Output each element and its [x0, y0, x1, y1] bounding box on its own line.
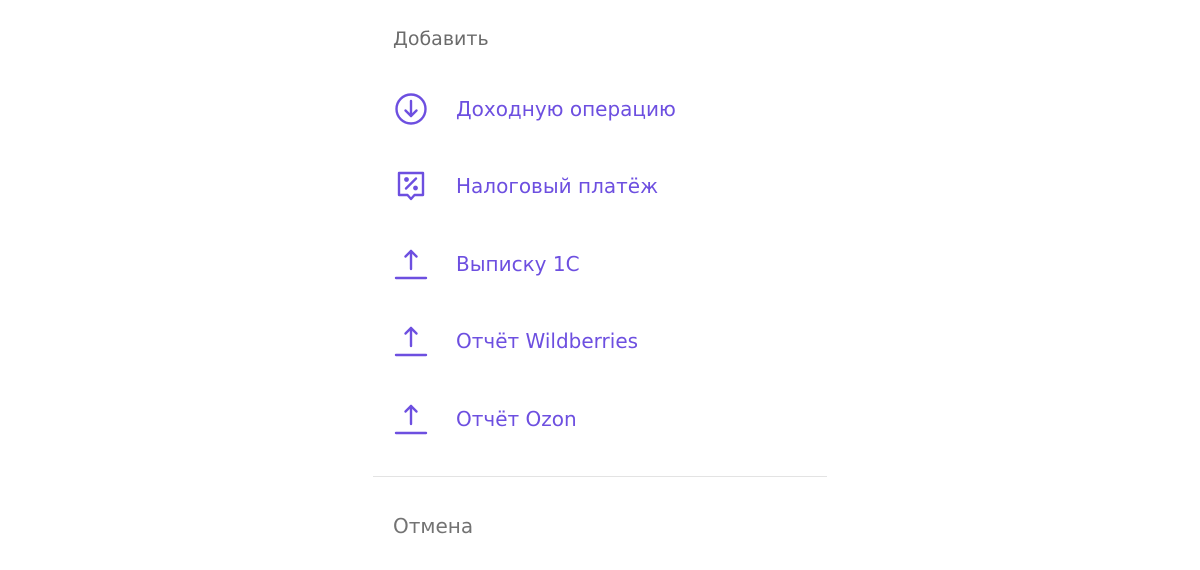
menu-item-ozon-report[interactable]: Отчёт Ozon	[391, 397, 587, 441]
menu-item-label: Отчёт Wildberries	[456, 329, 639, 353]
menu-item-label: Налоговый платёж	[456, 174, 659, 198]
arrow-down-circle-icon	[391, 89, 431, 129]
add-action-sheet: Добавить Доходную операцию Налоговый пла…	[373, 0, 827, 570]
menu-item-label: Выписку 1С	[456, 252, 580, 276]
menu-item-statement-1c[interactable]: Выписку 1С	[391, 242, 590, 286]
tax-receipt-percent-icon	[391, 166, 431, 206]
menu-item-tax-payment[interactable]: Налоговый платёж	[391, 164, 668, 208]
upload-icon	[391, 244, 431, 284]
menu-item-label: Доходную операцию	[456, 97, 676, 121]
divider	[373, 476, 827, 477]
upload-icon	[391, 399, 431, 439]
menu-item-wildberries-report[interactable]: Отчёт Wildberries	[391, 319, 648, 363]
menu-item-income-operation[interactable]: Доходную операцию	[391, 87, 686, 131]
cancel-button[interactable]: Отмена	[393, 513, 473, 539]
menu-item-label: Отчёт Ozon	[456, 407, 577, 431]
upload-icon	[391, 321, 431, 361]
sheet-title: Добавить	[393, 28, 489, 50]
